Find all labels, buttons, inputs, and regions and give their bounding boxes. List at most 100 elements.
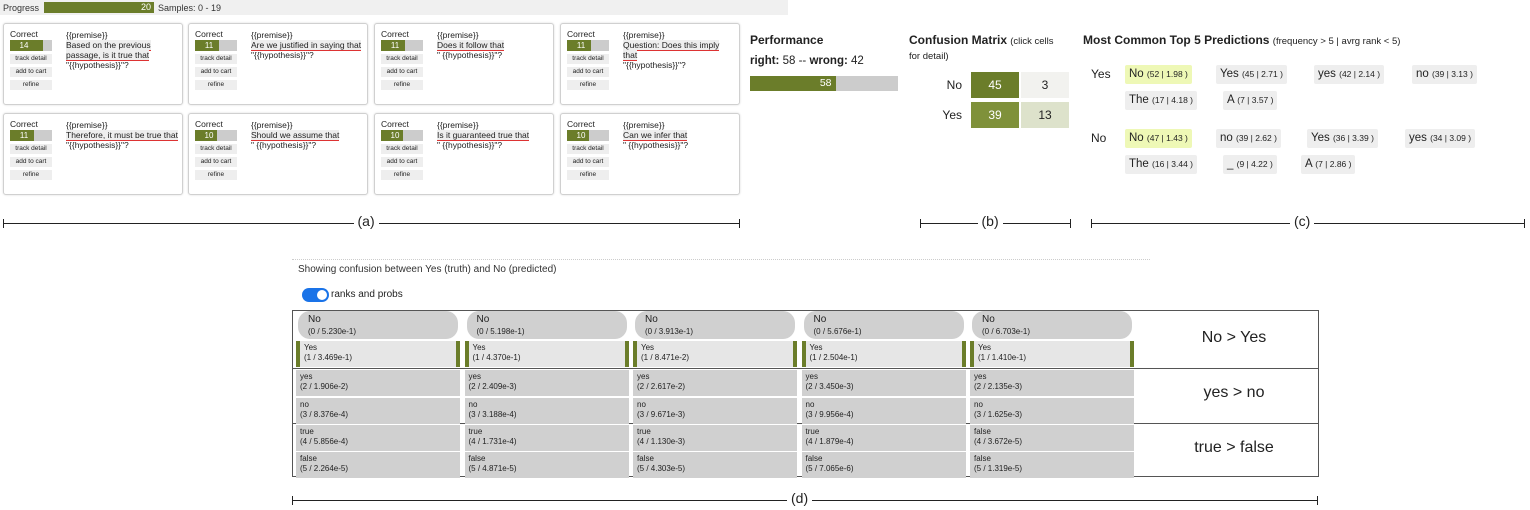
refine-button[interactable]: refine: [381, 170, 423, 180]
rank-cell[interactable]: true (4 / 1.130e-3): [633, 425, 797, 451]
track-detail-button[interactable]: track detail: [10, 144, 52, 154]
refine-button[interactable]: refine: [381, 80, 423, 90]
rank-cell[interactable]: true (4 / 1.731e-4): [464, 425, 629, 451]
matrix-cell[interactable]: 45: [971, 72, 1019, 98]
token-rank-prob: (5 / 1.319e-5): [974, 464, 1023, 473]
token-rank-prob: (4 / 5.856e-4): [300, 437, 349, 446]
token-label: yes: [637, 372, 650, 381]
matrix-cell[interactable]: 13: [1021, 102, 1069, 128]
rank-pill[interactable]: No (0 / 3.913e-1): [635, 311, 795, 339]
track-detail-button[interactable]: track detail: [381, 54, 423, 64]
prediction-chip[interactable]: A (7 | 2.86 ): [1301, 155, 1356, 174]
track-detail-button[interactable]: track detail: [567, 144, 609, 154]
rank-cell[interactable]: Yes (1 / 8.471e-2): [633, 341, 797, 367]
prompt-card[interactable]: Correct 11 track detail add to cart refine {{…: [560, 23, 740, 105]
refine-button[interactable]: refine: [195, 170, 237, 180]
matrix-cell[interactable]: 39: [971, 102, 1019, 128]
prediction-word: The: [1129, 94, 1149, 106]
add-to-cart-button[interactable]: add to cart: [10, 157, 52, 167]
prompt-card[interactable]: Correct 14 track detail add to cart refine {{…: [3, 23, 183, 105]
prompt-card[interactable]: Correct 10 track detail add to cart refine {{…: [560, 113, 740, 195]
add-to-cart-button[interactable]: add to cart: [10, 67, 52, 77]
add-to-cart-button[interactable]: add to cart: [195, 157, 237, 167]
prediction-stat: (16 | 3.44 ): [1152, 159, 1193, 169]
ruler-tick: [3, 219, 4, 228]
prediction-chip[interactable]: No (52 | 1.98 ): [1125, 65, 1192, 84]
prompt-card[interactable]: Correct 10 track detail add to cart refine {{…: [188, 113, 368, 195]
prediction-chip[interactable]: No (47 | 1.43 ): [1125, 129, 1192, 148]
prediction-chip[interactable]: no (39 | 3.13 ): [1412, 65, 1477, 84]
prompt-card[interactable]: Correct 11 track detail add to cart refine {{…: [3, 113, 183, 195]
rank-cell[interactable]: false (5 / 4.303e-5): [633, 452, 797, 478]
rank-pill[interactable]: No (0 / 6.703e-1): [972, 311, 1132, 339]
ranks-probs-toggle[interactable]: [302, 288, 329, 302]
rank-cell[interactable]: no (3 / 9.671e-3): [633, 398, 797, 424]
prediction-word: No: [1129, 132, 1144, 144]
rank-pill[interactable]: No (0 / 5.230e-1): [298, 311, 458, 339]
premise-placeholder: {{premise}}: [623, 30, 665, 40]
rank-cell[interactable]: false (5 / 4.871e-5): [464, 452, 629, 478]
correct-bar: 10: [195, 130, 237, 141]
refine-button[interactable]: refine: [567, 170, 609, 180]
rank-cell[interactable]: no (3 / 3.188e-4): [464, 398, 629, 424]
rank-cell[interactable]: yes (2 / 2.409e-3): [464, 370, 629, 396]
card-controls: Correct 11 track detail add to cart refine: [195, 29, 241, 90]
rank-cell[interactable]: Yes (1 / 2.504e-1): [801, 341, 966, 367]
rank-pill[interactable]: No (0 / 5.198e-1): [466, 311, 627, 339]
prediction-chip[interactable]: The (17 | 4.18 ): [1125, 91, 1197, 110]
prediction-chip[interactable]: _ (9 | 4.22 ): [1223, 155, 1277, 174]
refine-button[interactable]: refine: [567, 80, 609, 90]
rank-cell[interactable]: false (5 / 2.264e-5): [296, 452, 460, 478]
prompt-card[interactable]: Correct 11 track detail add to cart refine {{…: [188, 23, 368, 105]
track-detail-button[interactable]: track detail: [567, 54, 609, 64]
correct-count: 14: [19, 41, 29, 50]
samples-range: Samples: 0 - 19: [158, 2, 222, 13]
track-detail-button[interactable]: track detail: [195, 54, 237, 64]
prompt-text: {{premise}} Does it follow that " {{hypoth…: [437, 30, 549, 60]
ruler-tick: [739, 219, 740, 228]
add-to-cart-button[interactable]: add to cart: [567, 157, 609, 167]
matrix-cell[interactable]: 3: [1021, 72, 1069, 98]
rank-cell[interactable]: true (4 / 5.856e-4): [296, 425, 460, 451]
track-detail-button[interactable]: track detail: [381, 144, 423, 154]
prediction-stat: (34 | 3.09 ): [1430, 133, 1472, 143]
prediction-chip[interactable]: yes (34 | 3.09 ): [1405, 129, 1476, 148]
rank-cell[interactable]: yes (2 / 1.906e-2): [296, 370, 460, 396]
prediction-chip[interactable]: A (7 | 3.57 ): [1223, 91, 1278, 110]
rank-cell[interactable]: yes (2 / 2.135e-3): [970, 370, 1134, 396]
rank-cell[interactable]: false (5 / 1.319e-5): [970, 452, 1134, 478]
rank-cell[interactable]: false (4 / 3.672e-5): [970, 425, 1134, 451]
track-detail-button[interactable]: track detail: [195, 144, 237, 154]
rank-cell[interactable]: yes (2 / 3.450e-3): [801, 370, 966, 396]
token-label: false: [974, 454, 991, 463]
add-to-cart-button[interactable]: add to cart: [195, 67, 237, 77]
rank-cell[interactable]: true (4 / 1.879e-4): [801, 425, 966, 451]
rank-cell[interactable]: no (3 / 8.376e-4): [296, 398, 460, 424]
prompt-card[interactable]: Correct 10 track detail add to cart refine {{…: [374, 113, 554, 195]
rank-pill[interactable]: No (0 / 5.676e-1): [803, 311, 964, 339]
correct-count: 10: [576, 131, 586, 140]
rank-cell[interactable]: false (5 / 7.065e-6): [801, 452, 966, 478]
prediction-chip[interactable]: Yes (36 | 3.39 ): [1307, 129, 1378, 148]
rank-cell[interactable]: Yes (1 / 4.370e-1): [464, 341, 629, 367]
rank-cell[interactable]: Yes (1 / 1.410e-1): [970, 341, 1134, 367]
add-to-cart-button[interactable]: add to cart: [381, 67, 423, 77]
prediction-chip[interactable]: no (39 | 2.62 ): [1216, 129, 1281, 148]
token-rank-prob: (1 / 2.504e-1): [809, 353, 858, 362]
add-to-cart-button[interactable]: add to cart: [567, 67, 609, 77]
prompt-card[interactable]: Correct 11 track detail add to cart refine {{…: [374, 23, 554, 105]
rank-cell[interactable]: no (3 / 1.625e-3): [970, 398, 1134, 424]
prediction-chip[interactable]: yes (42 | 2.14 ): [1314, 65, 1385, 84]
token-rank-prob: (2 / 2.409e-3): [468, 382, 517, 391]
refine-button[interactable]: refine: [10, 170, 52, 180]
prediction-chip[interactable]: Yes (45 | 2.71 ): [1216, 65, 1287, 84]
rank-cell[interactable]: Yes (1 / 3.469e-1): [296, 341, 460, 367]
correct-bar: 10: [381, 130, 423, 141]
prediction-chip[interactable]: The (16 | 3.44 ): [1125, 155, 1197, 174]
rank-cell[interactable]: no (3 / 9.956e-4): [801, 398, 966, 424]
refine-button[interactable]: refine: [195, 80, 237, 90]
rank-cell[interactable]: yes (2 / 2.617e-2): [633, 370, 797, 396]
track-detail-button[interactable]: track detail: [10, 54, 52, 64]
refine-button[interactable]: refine: [10, 80, 52, 90]
add-to-cart-button[interactable]: add to cart: [381, 157, 423, 167]
